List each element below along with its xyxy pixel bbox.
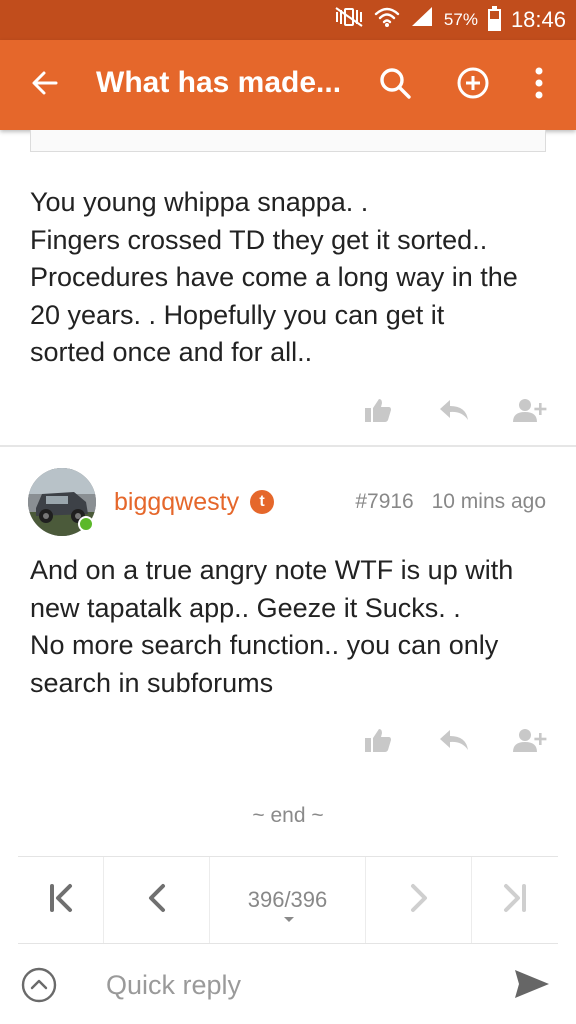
post-text-line: new tapatalk app.. Geeze it Sucks. . (30, 592, 461, 623)
app-bar: What has made... (0, 40, 576, 130)
like-icon (364, 727, 392, 758)
post-actions (0, 392, 576, 432)
post-time: 10 mins ago (431, 490, 546, 513)
thread-content[interactable]: You young whippa snappa. . Fingers cross… (0, 130, 576, 860)
reply-button[interactable] (434, 722, 474, 762)
status-bar: 57% 18:46 (0, 0, 576, 40)
post-body: You young whippa snappa. . Fingers cross… (30, 184, 550, 372)
post-text-line: search in subforums (30, 667, 274, 698)
signal-icon (410, 6, 434, 34)
previous-page-icon (147, 883, 167, 918)
previous-page-button[interactable] (104, 857, 210, 943)
page-picker-caret-icon (284, 917, 294, 922)
search-button[interactable] (372, 62, 418, 108)
post-text-line: You young whippa snappa. . (30, 187, 369, 217)
status-time: 18:46 (510, 7, 566, 32)
wifi-icon (374, 6, 400, 34)
overflow-menu-icon (534, 66, 544, 105)
online-status-indicator (78, 516, 94, 532)
battery-icon (487, 6, 501, 31)
post-meta: #7916 10 mins ago (355, 490, 546, 514)
pagination-bar: 396/396 (18, 856, 558, 944)
post-text-line: 20 years. . Hopefully you can get it (30, 299, 445, 330)
status-icons: 57% 18:46 (334, 0, 566, 40)
first-page-icon (48, 883, 74, 918)
post-divider (0, 445, 576, 447)
back-button[interactable] (22, 62, 68, 108)
previous-post-quote-box (30, 130, 546, 152)
page-indicator[interactable]: 396/396 (210, 857, 366, 943)
next-page-icon (409, 883, 429, 918)
follow-user-button[interactable] (510, 392, 550, 432)
post-body: And on a true angry note WTF is up with … (30, 552, 550, 702)
first-page-button[interactable] (18, 857, 104, 943)
post-text-line: And on a true angry note WTF is up with (30, 555, 514, 585)
follow-user-icon (513, 397, 547, 428)
expand-up-icon (20, 967, 58, 1008)
tapatalk-badge-icon: t (250, 490, 274, 514)
like-button[interactable] (358, 722, 398, 762)
next-page-button[interactable] (366, 857, 472, 943)
add-circle-icon (456, 66, 490, 105)
page-count: 396/396 (247, 887, 328, 912)
send-icon (513, 968, 551, 1005)
post-text-line: No more search function.. you can only (30, 630, 499, 660)
post-username[interactable]: biggqwesty (114, 488, 239, 517)
thread-title: What has made... (96, 66, 342, 99)
follow-user-button[interactable] (510, 722, 550, 762)
end-of-thread-marker: ~ end ~ (252, 804, 324, 827)
battery-percent: 57% (443, 10, 478, 29)
post-text-line: Fingers crossed TD they get it sorted.. (30, 224, 488, 255)
last-page-icon (502, 883, 528, 918)
quick-reply-input[interactable]: Quick reply (106, 970, 241, 1001)
follow-user-icon (513, 727, 547, 758)
reply-icon (438, 728, 470, 757)
like-icon (364, 397, 392, 428)
overflow-menu-button[interactable] (516, 62, 562, 108)
new-topic-button[interactable] (450, 62, 496, 108)
send-button[interactable] (512, 966, 552, 1006)
reply-button[interactable] (434, 392, 474, 432)
quick-reply-bar: Quick reply (0, 944, 576, 1024)
post-text-line: Procedures have come a long way in the (30, 262, 518, 292)
reply-icon (438, 398, 470, 427)
last-page-button[interactable] (472, 857, 558, 943)
like-button[interactable] (358, 392, 398, 432)
post-actions (0, 722, 576, 762)
search-icon (378, 66, 412, 105)
post-number: #7916 (355, 490, 414, 513)
post-text-line: sorted once and for all.. (30, 337, 313, 367)
back-arrow-icon (31, 69, 59, 102)
expand-reply-button[interactable] (20, 966, 58, 1004)
mute-vibrate-icon (334, 6, 364, 34)
